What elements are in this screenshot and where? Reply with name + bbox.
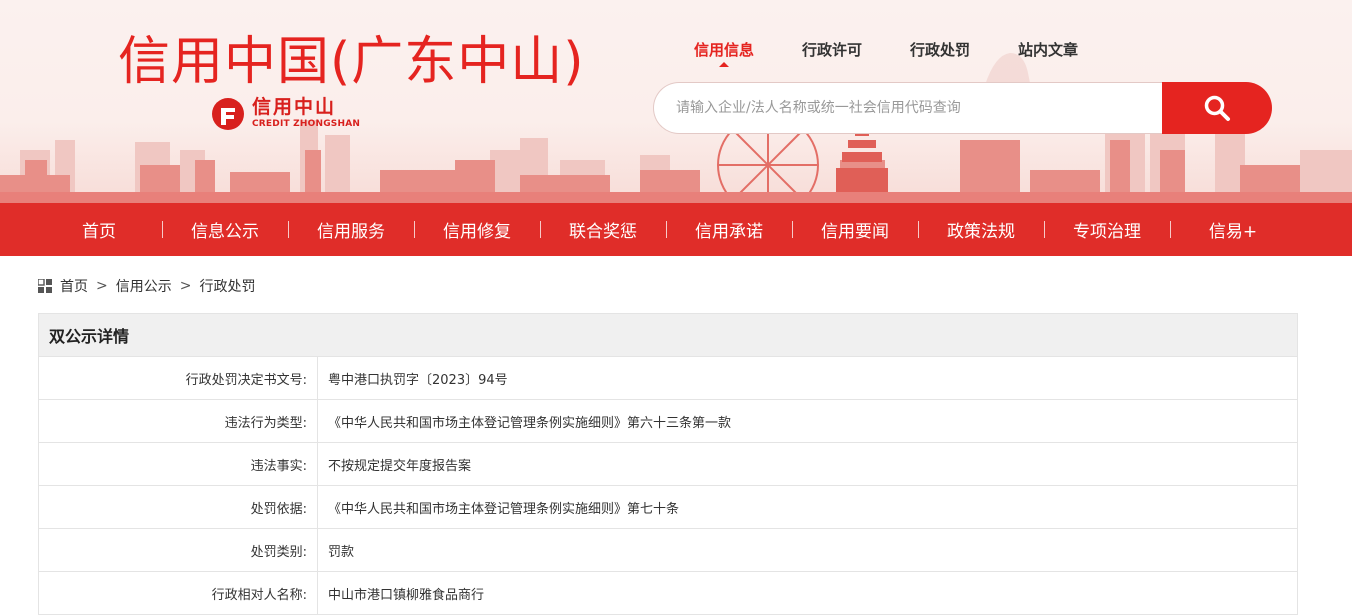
table-row: 处罚类别: 罚款: [38, 528, 1298, 572]
breadcrumb-separator: >: [179, 278, 192, 294]
top-link-admin-license[interactable]: 行政许可: [802, 40, 862, 60]
grid-icon: [38, 279, 52, 293]
breadcrumb-credit-publicity[interactable]: 信用公示: [116, 276, 172, 296]
logo-chinese-text: 信用中山: [252, 96, 337, 118]
search-icon: [1204, 95, 1230, 121]
top-link-site-articles[interactable]: 站内文章: [1018, 40, 1078, 60]
main-nav: 首页 信息公示 信用服务 信用修复 联合奖惩 信用承诺 信用要闻 政策法规 专项…: [0, 203, 1352, 256]
nav-item-special-governance[interactable]: 专项治理: [1044, 203, 1170, 256]
search-bar: [653, 82, 1272, 134]
row-value: 粤中港口执罚字〔2023〕94号: [317, 356, 1298, 400]
table-row: 违法行为类型: 《中华人民共和国市场主体登记管理条例实施细则》第六十三条第一款: [38, 399, 1298, 443]
search-input[interactable]: [653, 82, 1162, 134]
row-value: 《中华人民共和国市场主体登记管理条例实施细则》第七十条: [317, 485, 1298, 529]
nav-item-credit-service[interactable]: 信用服务: [288, 203, 414, 256]
detail-table: 行政处罚决定书文号: 粤中港口执罚字〔2023〕94号 违法行为类型: 《中华人…: [38, 356, 1298, 615]
nav-item-policies-regulations[interactable]: 政策法规: [918, 203, 1044, 256]
table-row: 行政相对人名称: 中山市港口镇柳雅食品商行: [38, 571, 1298, 615]
table-row: 处罚依据: 《中华人民共和国市场主体登记管理条例实施细则》第七十条: [38, 485, 1298, 529]
row-label: 违法行为类型:: [38, 399, 318, 443]
row-value: 《中华人民共和国市场主体登记管理条例实施细则》第六十三条第一款: [317, 399, 1298, 443]
breadcrumb: 首页 > 信用公示 > 行政处罚: [38, 276, 255, 296]
breadcrumb-admin-penalty[interactable]: 行政处罚: [199, 276, 255, 296]
top-link-admin-penalty[interactable]: 行政处罚: [910, 40, 970, 60]
logo-english-text: CREDIT ZHONGSHAN: [252, 119, 361, 129]
row-label: 处罚依据:: [38, 485, 318, 529]
row-value: 罚款: [317, 528, 1298, 572]
row-value: 不按规定提交年度报告案: [317, 442, 1298, 486]
row-label: 行政相对人名称:: [38, 571, 318, 615]
nav-item-joint-rewards-penalties[interactable]: 联合奖惩: [540, 203, 666, 256]
site-logo[interactable]: 信用中山 CREDIT ZHONGSHAN: [210, 96, 360, 132]
breadcrumb-home[interactable]: 首页: [60, 276, 88, 296]
row-value: 中山市港口镇柳雅食品商行: [317, 571, 1298, 615]
row-label: 违法事实:: [38, 442, 318, 486]
search-button[interactable]: [1162, 82, 1272, 134]
table-row: 行政处罚决定书文号: 粤中港口执罚字〔2023〕94号: [38, 356, 1298, 400]
nav-item-credit-repair[interactable]: 信用修复: [414, 203, 540, 256]
nav-item-info-publicity[interactable]: 信息公示: [162, 203, 288, 256]
breadcrumb-separator: >: [96, 278, 108, 294]
site-title: 信用中国(广东中山): [118, 32, 585, 92]
nav-item-credit-news[interactable]: 信用要闻: [792, 203, 918, 256]
detail-panel: 双公示详情 行政处罚决定书文号: 粤中港口执罚字〔2023〕94号 违法行为类型…: [38, 313, 1298, 615]
credit-zhongshan-logo-icon: [212, 98, 244, 130]
header-banner: 信用中国(广东中山) 信用中山 CREDIT ZHONGSHAN 信用信息 行政…: [0, 0, 1352, 203]
top-links: 信用信息 行政许可 行政处罚 站内文章: [694, 40, 1126, 60]
nav-item-home[interactable]: 首页: [36, 203, 162, 256]
top-link-credit-info[interactable]: 信用信息: [694, 40, 754, 60]
row-label: 行政处罚决定书文号:: [38, 356, 318, 400]
table-row: 违法事实: 不按规定提交年度报告案: [38, 442, 1298, 486]
nav-item-xinyi-plus[interactable]: 信易+: [1170, 203, 1296, 256]
nav-item-credit-commitment[interactable]: 信用承诺: [666, 203, 792, 256]
row-label: 处罚类别:: [38, 528, 318, 572]
detail-panel-title: 双公示详情: [38, 313, 1298, 356]
